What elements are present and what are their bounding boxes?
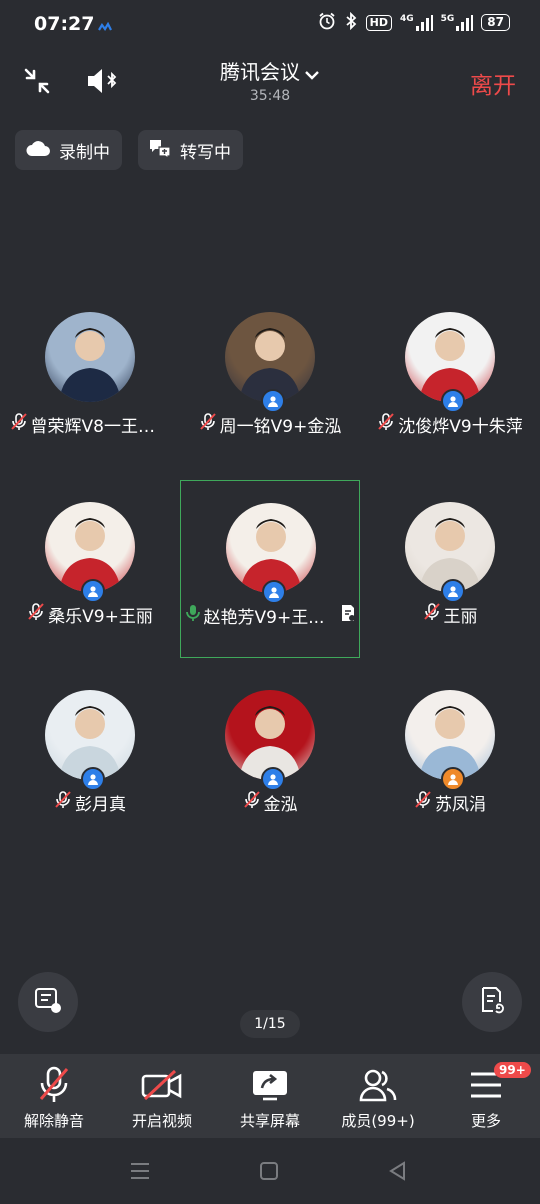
transcribe-icon <box>148 137 172 164</box>
participant-name-row: 曾荣辉V8一王洪方 <box>0 412 180 437</box>
chat-button[interactable] <box>18 972 78 1032</box>
participant-name: 苏凤涓 <box>435 795 486 815</box>
user-badge-icon <box>81 579 105 603</box>
participant-name-row: 周一铭V9+金泓 <box>180 412 360 437</box>
members-icon <box>324 1064 432 1106</box>
signal-5g-icon: 5G <box>441 14 474 31</box>
avatar <box>45 312 135 402</box>
mic-muted-icon <box>0 1064 108 1106</box>
mic-active-icon <box>185 603 201 628</box>
status-bar: 07:27 HD 4G 5G 87 <box>0 0 540 46</box>
meeting-toolbar: 解除静音 开启视频 共享屏幕 成员(99+) 99+ 更多 <box>0 1054 540 1138</box>
participant-tile[interactable]: 王丽 <box>360 480 540 658</box>
mic-muted-icon <box>423 602 441 627</box>
system-nav-bar <box>0 1138 540 1204</box>
user-badge-icon <box>81 767 105 791</box>
chevron-down-icon <box>304 62 320 86</box>
members-button[interactable]: 成员(99+) <box>324 1064 432 1131</box>
document-sync-icon <box>477 985 507 1019</box>
mic-muted-icon <box>27 602 45 627</box>
mic-muted-icon <box>10 412 28 437</box>
participant-name: 赵艳芳V9+王... <box>203 608 325 628</box>
page-indicator: 1/15 <box>240 1010 300 1038</box>
participant-tile[interactable]: 曾荣辉V8一王洪方 <box>0 290 180 468</box>
participant-name: 沈俊烨V9十朱萍 <box>398 417 523 437</box>
bluetooth-icon <box>344 11 358 33</box>
participant-tile[interactable]: 桑乐V9+王丽 <box>0 480 180 658</box>
battery-indicator: 87 <box>481 14 510 31</box>
unmute-button[interactable]: 解除静音 <box>0 1064 108 1131</box>
meeting-duration: 35:48 <box>249 88 291 104</box>
mic-muted-icon <box>414 790 432 815</box>
participant-tile[interactable]: 赵艳芳V9+王... <box>180 480 360 658</box>
participant-name-row: 赵艳芳V9+王... <box>181 603 361 628</box>
participant-name: 桑乐V9+王丽 <box>48 607 153 627</box>
share-screen-button[interactable]: 共享屏幕 <box>216 1064 324 1131</box>
camera-off-icon <box>108 1064 216 1106</box>
chat-icon <box>33 985 63 1019</box>
participant-name: 王丽 <box>443 607 478 627</box>
participant-tile[interactable]: 周一铭V9+金泓 <box>180 290 360 468</box>
mic-muted-icon <box>243 790 261 815</box>
meeting-header: 腾讯会议 35:48 离开 <box>0 46 540 114</box>
user-badge-icon <box>261 389 285 413</box>
share-screen-icon <box>216 1064 324 1106</box>
signal-4g-icon: 4G <box>400 14 433 31</box>
start-video-button[interactable]: 开启视频 <box>108 1064 216 1131</box>
participant-tile[interactable]: 沈俊烨V9十朱萍 <box>360 290 540 468</box>
transcribing-pill[interactable]: 转写中 <box>138 130 243 170</box>
participant-name: 周一铭V9+金泓 <box>219 417 342 437</box>
participant-name: 彭月真 <box>75 795 126 815</box>
user-badge-icon <box>441 389 465 413</box>
cloud-icon <box>25 138 51 163</box>
mic-muted-icon <box>199 412 217 437</box>
participant-name-row: 沈俊烨V9十朱萍 <box>360 412 540 437</box>
recent-apps-icon[interactable] <box>130 1162 150 1184</box>
user-badge-icon <box>262 580 286 604</box>
home-icon[interactable] <box>259 1161 279 1185</box>
more-button[interactable]: 99+ 更多 <box>432 1062 540 1131</box>
participant-tile[interactable]: 彭月真 <box>0 668 180 846</box>
leave-button[interactable]: 离开 <box>470 66 516 100</box>
meeting-title[interactable]: 腾讯会议 <box>0 56 540 86</box>
back-icon[interactable] <box>388 1161 408 1185</box>
alarm-icon <box>318 12 336 33</box>
participant-name: 曾荣辉V8一王洪方 <box>30 417 171 437</box>
more-badge: 99+ <box>494 1062 531 1078</box>
transcript-button[interactable] <box>462 972 522 1032</box>
participant-tile[interactable]: 金泓 <box>180 668 360 846</box>
meeting-app-icon <box>98 17 112 36</box>
mic-muted-icon <box>54 790 72 815</box>
hd-indicator: HD <box>365 14 392 31</box>
user-badge-icon <box>441 579 465 603</box>
participant-name-row: 桑乐V9+王丽 <box>0 602 180 627</box>
participant-name-row: 金泓 <box>180 790 360 815</box>
participant-name: 金泓 <box>263 795 298 815</box>
user-badge-icon <box>261 767 285 791</box>
transcript-doc-icon <box>339 604 357 627</box>
mic-muted-icon <box>377 412 395 437</box>
participant-tile[interactable]: 苏凤涓 <box>360 668 540 846</box>
participant-name-row: 彭月真 <box>0 790 180 815</box>
participant-name-row: 苏凤涓 <box>360 790 540 815</box>
user-badge-icon <box>441 767 465 791</box>
status-time: 07:27 <box>34 13 95 35</box>
recording-pill[interactable]: 录制中 <box>15 130 122 170</box>
participant-name-row: 王丽 <box>360 602 540 627</box>
